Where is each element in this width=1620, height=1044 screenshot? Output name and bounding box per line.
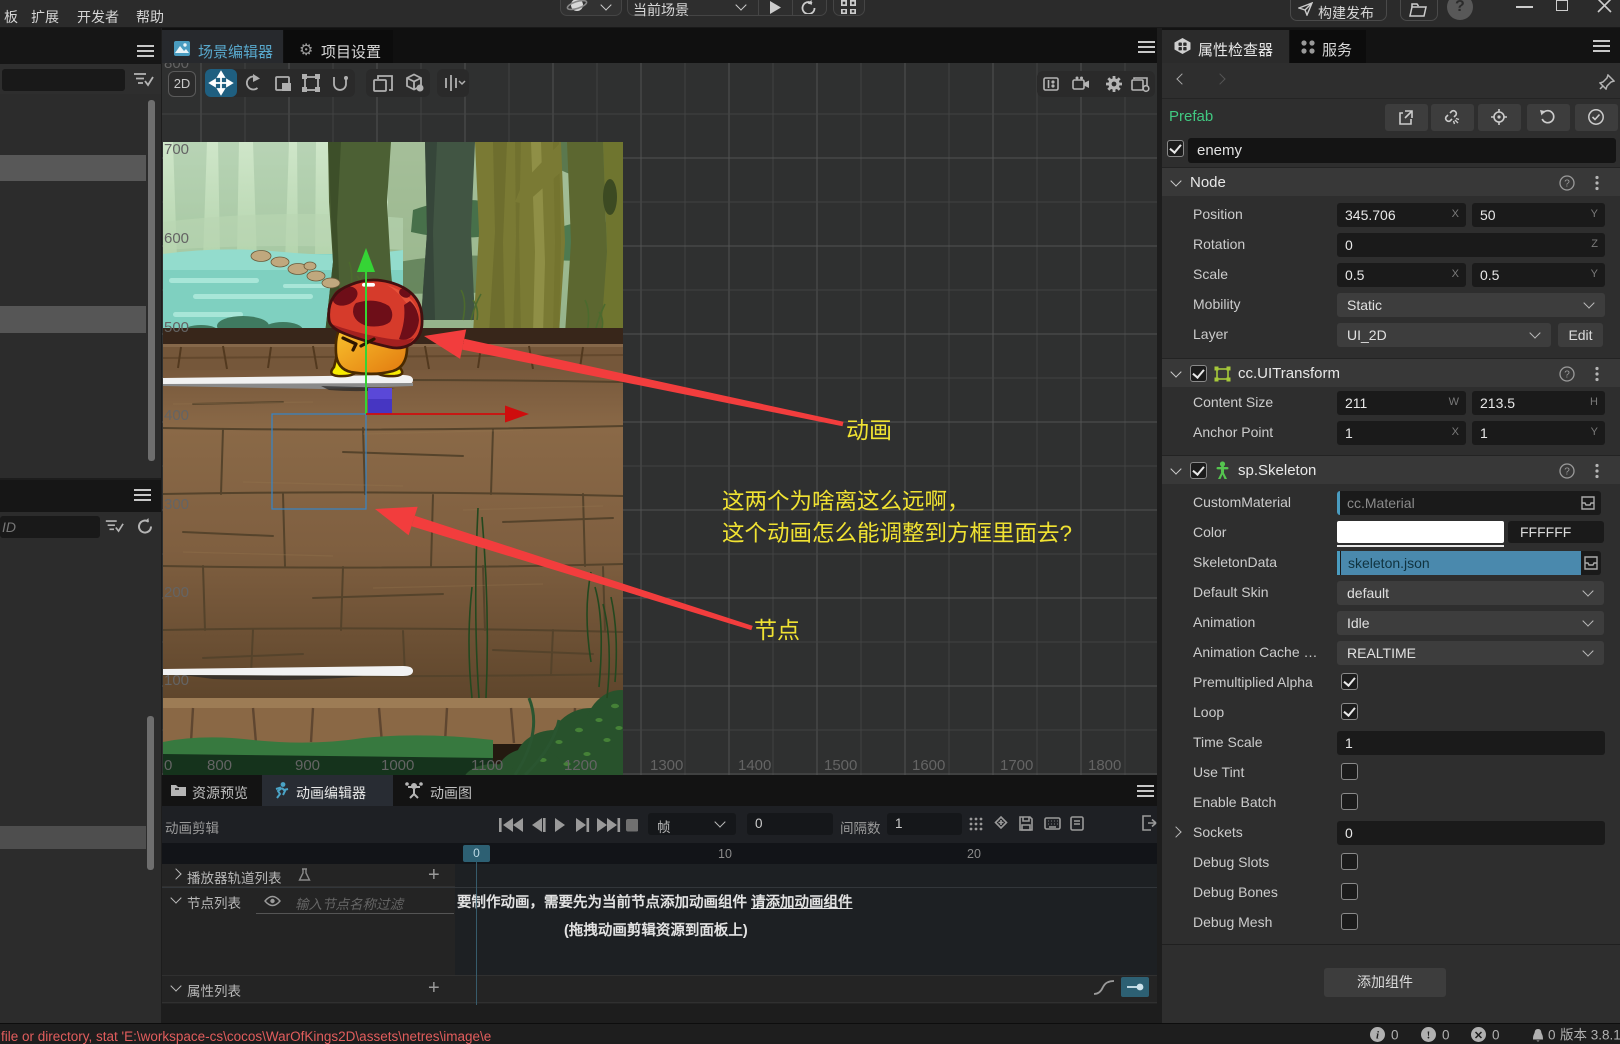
svg-text:!: !	[1427, 1030, 1431, 1042]
svg-text:✕: ✕	[1474, 1030, 1483, 1042]
svg-text:0: 0	[1548, 1028, 1556, 1043]
svg-text:0: 0	[1442, 1028, 1450, 1043]
svg-text:?: ?	[1564, 179, 1570, 190]
svg-text:0: 0	[1492, 1028, 1500, 1043]
svg-text:版本 3.8.1: 版本 3.8.1	[1560, 1028, 1620, 1043]
svg-text:?: ?	[1564, 467, 1570, 478]
svg-text:0: 0	[1391, 1028, 1399, 1043]
svg-text:?: ?	[1564, 370, 1570, 381]
